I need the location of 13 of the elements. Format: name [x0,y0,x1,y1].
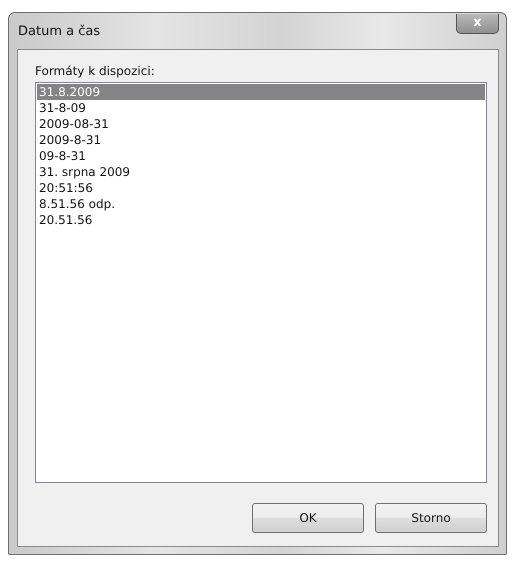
list-item[interactable]: 2009-08-31 [37,116,485,132]
list-item[interactable]: 8.51.56 odp. [37,196,485,212]
list-item[interactable]: 2009-8-31 [37,132,485,148]
list-item[interactable]: 31. srpna 2009 [37,164,485,180]
list-item[interactable]: 31-8-09 [37,100,485,116]
ok-button[interactable]: OK [252,503,364,533]
list-item[interactable]: 31.8.2009 [37,84,485,100]
list-item[interactable]: 20:51:56 [37,180,485,196]
list-item[interactable]: 20.51.56 [37,212,485,228]
cancel-button[interactable]: Storno [375,503,487,533]
window-title: Datum a čas [17,24,100,38]
list-label: Formáty k dispozici: [35,64,156,78]
list-item[interactable]: 09-8-31 [37,148,485,164]
